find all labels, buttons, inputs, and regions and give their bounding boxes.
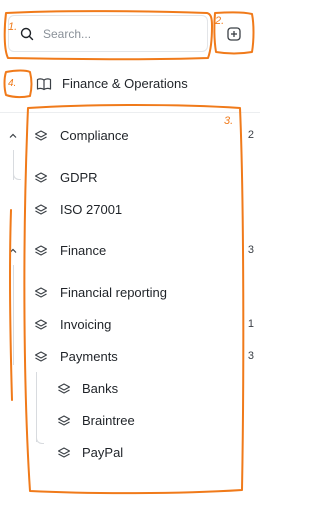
tree-item-banks[interactable]: Banks	[0, 377, 260, 401]
tree-item-compliance[interactable]: Compliance 2	[0, 124, 260, 148]
layers-icon	[34, 129, 48, 143]
layers-icon	[57, 414, 71, 428]
search-field[interactable]	[8, 15, 208, 52]
tree-item-paypal[interactable]: PayPal	[0, 441, 260, 465]
tree-item-label: Finance	[60, 243, 107, 258]
tree-item-label: Compliance	[60, 128, 129, 143]
tree-item-financial-reporting[interactable]: Financial reporting	[0, 281, 260, 305]
search-input[interactable]	[43, 24, 193, 44]
item-count: 3	[247, 244, 254, 256]
tree-item-label: Banks	[82, 381, 119, 396]
search-icon	[19, 26, 35, 42]
chevron-up-icon[interactable]	[7, 245, 19, 257]
tree-item-label: ISO 27001	[60, 202, 123, 217]
layers-icon	[34, 171, 48, 185]
tree-item-braintree[interactable]: Braintree	[0, 409, 260, 433]
tree-item-label: GDPR	[60, 170, 98, 185]
layers-icon	[34, 203, 48, 217]
layers-icon	[34, 244, 48, 258]
plus-square-icon	[226, 26, 242, 42]
tree-item-finance[interactable]: Finance 3	[0, 239, 260, 263]
tree-item-iso-27001[interactable]: ISO 27001	[0, 198, 260, 222]
tree-item-gdpr[interactable]: GDPR	[0, 166, 260, 190]
layers-icon	[34, 350, 48, 364]
tree-item-label: Financial reporting	[60, 285, 167, 300]
divider	[0, 112, 260, 113]
chevron-up-icon[interactable]	[7, 130, 19, 142]
tree-item-invoicing[interactable]: Invoicing 1	[0, 313, 260, 337]
item-count: 1	[247, 318, 254, 330]
add-button[interactable]	[222, 22, 246, 46]
tree-item-label: Braintree	[82, 413, 135, 428]
book-icon	[36, 77, 52, 91]
layers-icon	[57, 446, 71, 460]
tree-item-label: PayPal	[82, 445, 124, 460]
workspace-label: Finance & Operations	[62, 76, 188, 91]
layers-icon	[57, 382, 71, 396]
item-count: 2	[247, 129, 254, 141]
tree-item-label: Payments	[60, 349, 118, 364]
workspace-item[interactable]: Finance & Operations	[0, 70, 260, 98]
layers-icon	[34, 286, 48, 300]
item-count: 3	[247, 350, 254, 362]
layers-icon	[34, 318, 48, 332]
tree-item-label: Invoicing	[60, 317, 112, 332]
tree-item-payments[interactable]: Payments 3	[0, 345, 260, 369]
